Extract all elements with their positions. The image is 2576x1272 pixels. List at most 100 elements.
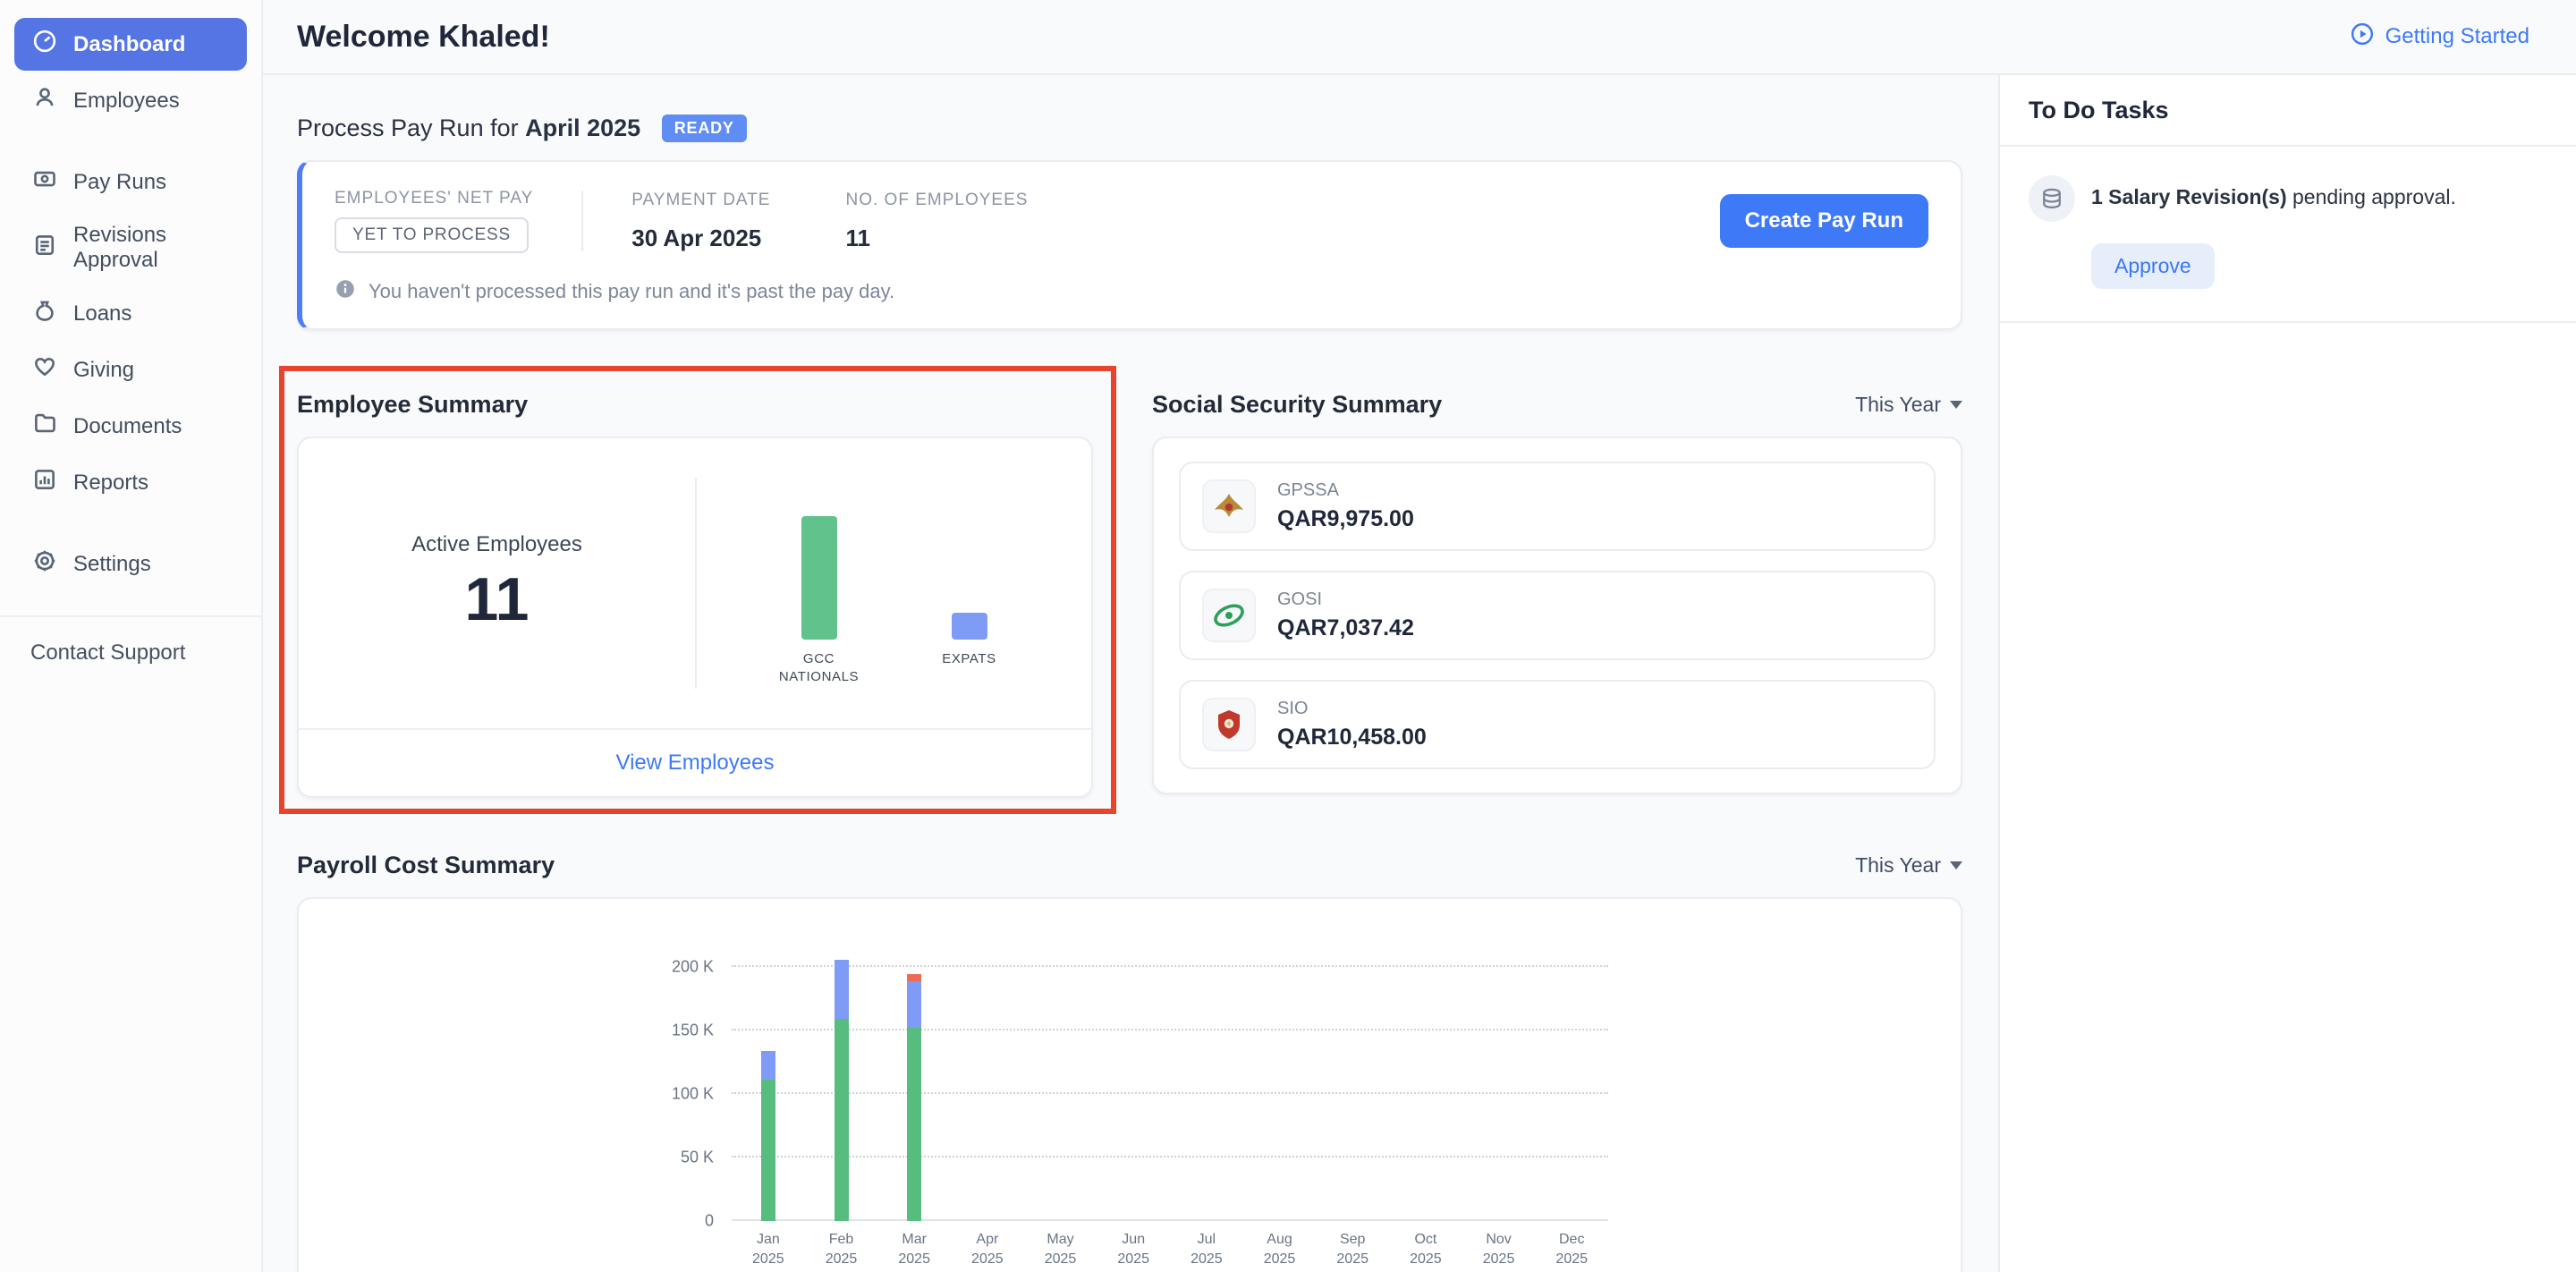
mini-bar-wrap xyxy=(801,502,837,640)
pay-run-heading: Process Pay Run for April 2025 READY xyxy=(297,114,1962,142)
coins-icon xyxy=(2029,175,2075,222)
sidebar-item-settings[interactable]: Settings xyxy=(14,538,247,590)
x-axis-tick-label: Mar2025 xyxy=(877,1230,951,1270)
x-axis-tick-label: Dec2025 xyxy=(1535,1230,1608,1270)
payroll-plot xyxy=(732,946,1608,1221)
field-label: EMPLOYEES' NET PAY xyxy=(335,189,533,208)
page-title: Welcome Khaled! xyxy=(297,20,550,55)
status-badge: READY xyxy=(662,114,747,142)
chart-slot xyxy=(805,946,878,1221)
x-axis-tick-label: Jan2025 xyxy=(732,1230,805,1270)
scheme-name: SIO xyxy=(1277,699,1427,719)
sidebar-item-label: Pay Runs xyxy=(73,170,166,195)
sidebar-item-label: Documents xyxy=(73,414,182,439)
social-security-header: Social Security Summary This Year xyxy=(1152,391,1962,419)
sidebar-item-label: Giving xyxy=(73,358,134,383)
y-axis-tick-label: 200 K xyxy=(672,958,714,977)
list-item-gpssa[interactable]: GPSSA QAR9,975.00 xyxy=(1179,462,1936,551)
todo-task-rest: pending approval. xyxy=(2287,185,2456,208)
chart-slot xyxy=(877,946,951,1221)
field-value: 11 xyxy=(845,225,1028,252)
chart-slot xyxy=(951,946,1024,1221)
payroll-x-labels: Jan2025Feb2025Mar2025Apr2025May2025Jun20… xyxy=(732,1230,1608,1270)
stacked-bar xyxy=(761,1051,775,1221)
social-security-section: Social Security Summary This Year GPSSA … xyxy=(1152,391,1962,798)
bar-segment-blue xyxy=(761,1051,775,1080)
todo-panel: To Do Tasks 1 Salary Revision(s) pending… xyxy=(1998,75,2576,1272)
contact-support-link[interactable]: Contact Support xyxy=(0,617,261,689)
sidebar-item-revisions-approval[interactable]: Revisions Approval xyxy=(14,212,247,284)
field-value: 30 Apr 2025 xyxy=(631,225,770,252)
create-pay-run-button[interactable]: Create Pay Run xyxy=(1720,194,1928,248)
payment-date-field: PAYMENT DATE 30 Apr 2025 xyxy=(631,191,770,252)
sidebar-nav: Dashboard Employees Pay Runs Revisions A… xyxy=(0,18,261,590)
sidebar-item-loans[interactable]: Loans xyxy=(14,287,247,340)
x-axis-tick-label: Oct2025 xyxy=(1389,1230,1462,1270)
getting-started-link[interactable]: Getting Started xyxy=(2350,21,2529,53)
mini-bar xyxy=(952,613,987,640)
pay-run-period: April 2025 xyxy=(525,114,640,141)
payroll-cost-section: Payroll Cost Summary This Year 050 K100 … xyxy=(297,852,1962,1272)
yet-to-process-badge: YET TO PROCESS xyxy=(335,217,529,253)
x-axis-tick-label: Jun2025 xyxy=(1097,1230,1170,1270)
x-axis-tick-label: Nov2025 xyxy=(1462,1230,1536,1270)
sidebar-item-dashboard[interactable]: Dashboard xyxy=(14,18,247,71)
bar-segment-red xyxy=(907,974,921,981)
sidebar-item-label: Settings xyxy=(73,552,151,577)
employees-icon xyxy=(32,85,57,116)
chart-slot xyxy=(1462,946,1536,1221)
bar-segment-blue xyxy=(835,960,849,1019)
list-item-sio[interactable]: SIO QAR10,458.00 xyxy=(1179,680,1936,769)
pay-runs-icon xyxy=(32,166,57,198)
list-item-text: GPSSA QAR9,975.00 xyxy=(1277,480,1414,532)
sidebar-item-pay-runs[interactable]: Pay Runs xyxy=(14,156,247,208)
payroll-y-axis: 050 K100 K150 K200 K xyxy=(653,946,732,1221)
payroll-cost-header: Payroll Cost Summary This Year xyxy=(297,852,1962,879)
payroll-cost-filter-dropdown[interactable]: This Year xyxy=(1855,853,1962,878)
dashboard-icon xyxy=(32,29,57,60)
gosi-icon xyxy=(1202,589,1256,642)
payroll-cost-title: Payroll Cost Summary xyxy=(297,852,555,879)
social-security-title: Social Security Summary xyxy=(1152,391,1442,419)
sidebar-item-label: Dashboard xyxy=(73,32,185,57)
sidebar-item-documents[interactable]: Documents xyxy=(14,400,247,453)
sidebar-item-employees[interactable]: Employees xyxy=(14,74,247,127)
sidebar-item-reports[interactable]: Reports xyxy=(14,456,247,509)
x-axis-tick-label: Apr2025 xyxy=(951,1230,1024,1270)
sidebar-item-giving[interactable]: Giving xyxy=(14,343,247,396)
scheme-amount: QAR7,037.42 xyxy=(1277,615,1414,641)
employee-mini-chart: GCC NATIONALSEXPATS xyxy=(697,480,1091,687)
sidebar-item-label: Reports xyxy=(73,471,148,496)
net-pay-field: EMPLOYEES' NET PAY YET TO PROCESS xyxy=(335,189,533,253)
x-axis-tick-label: Feb2025 xyxy=(805,1230,878,1270)
todo-task-text: 1 Salary Revision(s) pending approval. xyxy=(2091,175,2456,212)
employee-summary-title: Employee Summary xyxy=(297,391,1093,419)
todo-task-item: 1 Salary Revision(s) pending approval. A… xyxy=(2000,147,2576,323)
todo-panel-title: To Do Tasks xyxy=(2000,75,2576,147)
app-window: Dashboard Employees Pay Runs Revisions A… xyxy=(0,0,2576,1272)
employee-summary-section: Employee Summary Active Employees 11 GCC… xyxy=(297,391,1093,798)
social-security-card: GPSSA QAR9,975.00 GOSI QAR7,037.42 xyxy=(1152,437,1962,794)
nav-group-gap xyxy=(14,513,247,538)
y-axis-tick-label: 50 K xyxy=(681,1149,714,1167)
chevron-down-icon xyxy=(1950,401,1962,409)
social-security-filter-dropdown[interactable]: This Year xyxy=(1855,393,1962,417)
y-axis-tick-label: 150 K xyxy=(672,1022,714,1040)
sidebar-item-label: Loans xyxy=(73,301,131,326)
list-item-text: GOSI QAR7,037.42 xyxy=(1277,589,1414,641)
mini-bar-wrap xyxy=(952,502,987,640)
todo-task-row: 1 Salary Revision(s) pending approval. xyxy=(2029,175,2547,222)
main-content: Process Pay Run for April 2025 READY EMP… xyxy=(263,75,1998,1272)
sidebar: Dashboard Employees Pay Runs Revisions A… xyxy=(0,0,263,1272)
chart-slot xyxy=(1097,946,1170,1221)
getting-started-label: Getting Started xyxy=(2385,24,2529,49)
list-item-gosi[interactable]: GOSI QAR7,037.42 xyxy=(1179,571,1936,660)
approve-button[interactable]: Approve xyxy=(2091,243,2215,289)
loans-icon xyxy=(32,298,57,329)
view-employees-link[interactable]: View Employees xyxy=(616,750,775,776)
chart-bars xyxy=(732,946,1608,1221)
chart-slot xyxy=(1243,946,1317,1221)
field-label: PAYMENT DATE xyxy=(631,191,770,210)
filter-label: This Year xyxy=(1855,853,1941,878)
payroll-cost-card: 050 K100 K150 K200 K Jan2025Feb2025Mar20… xyxy=(297,897,1962,1272)
